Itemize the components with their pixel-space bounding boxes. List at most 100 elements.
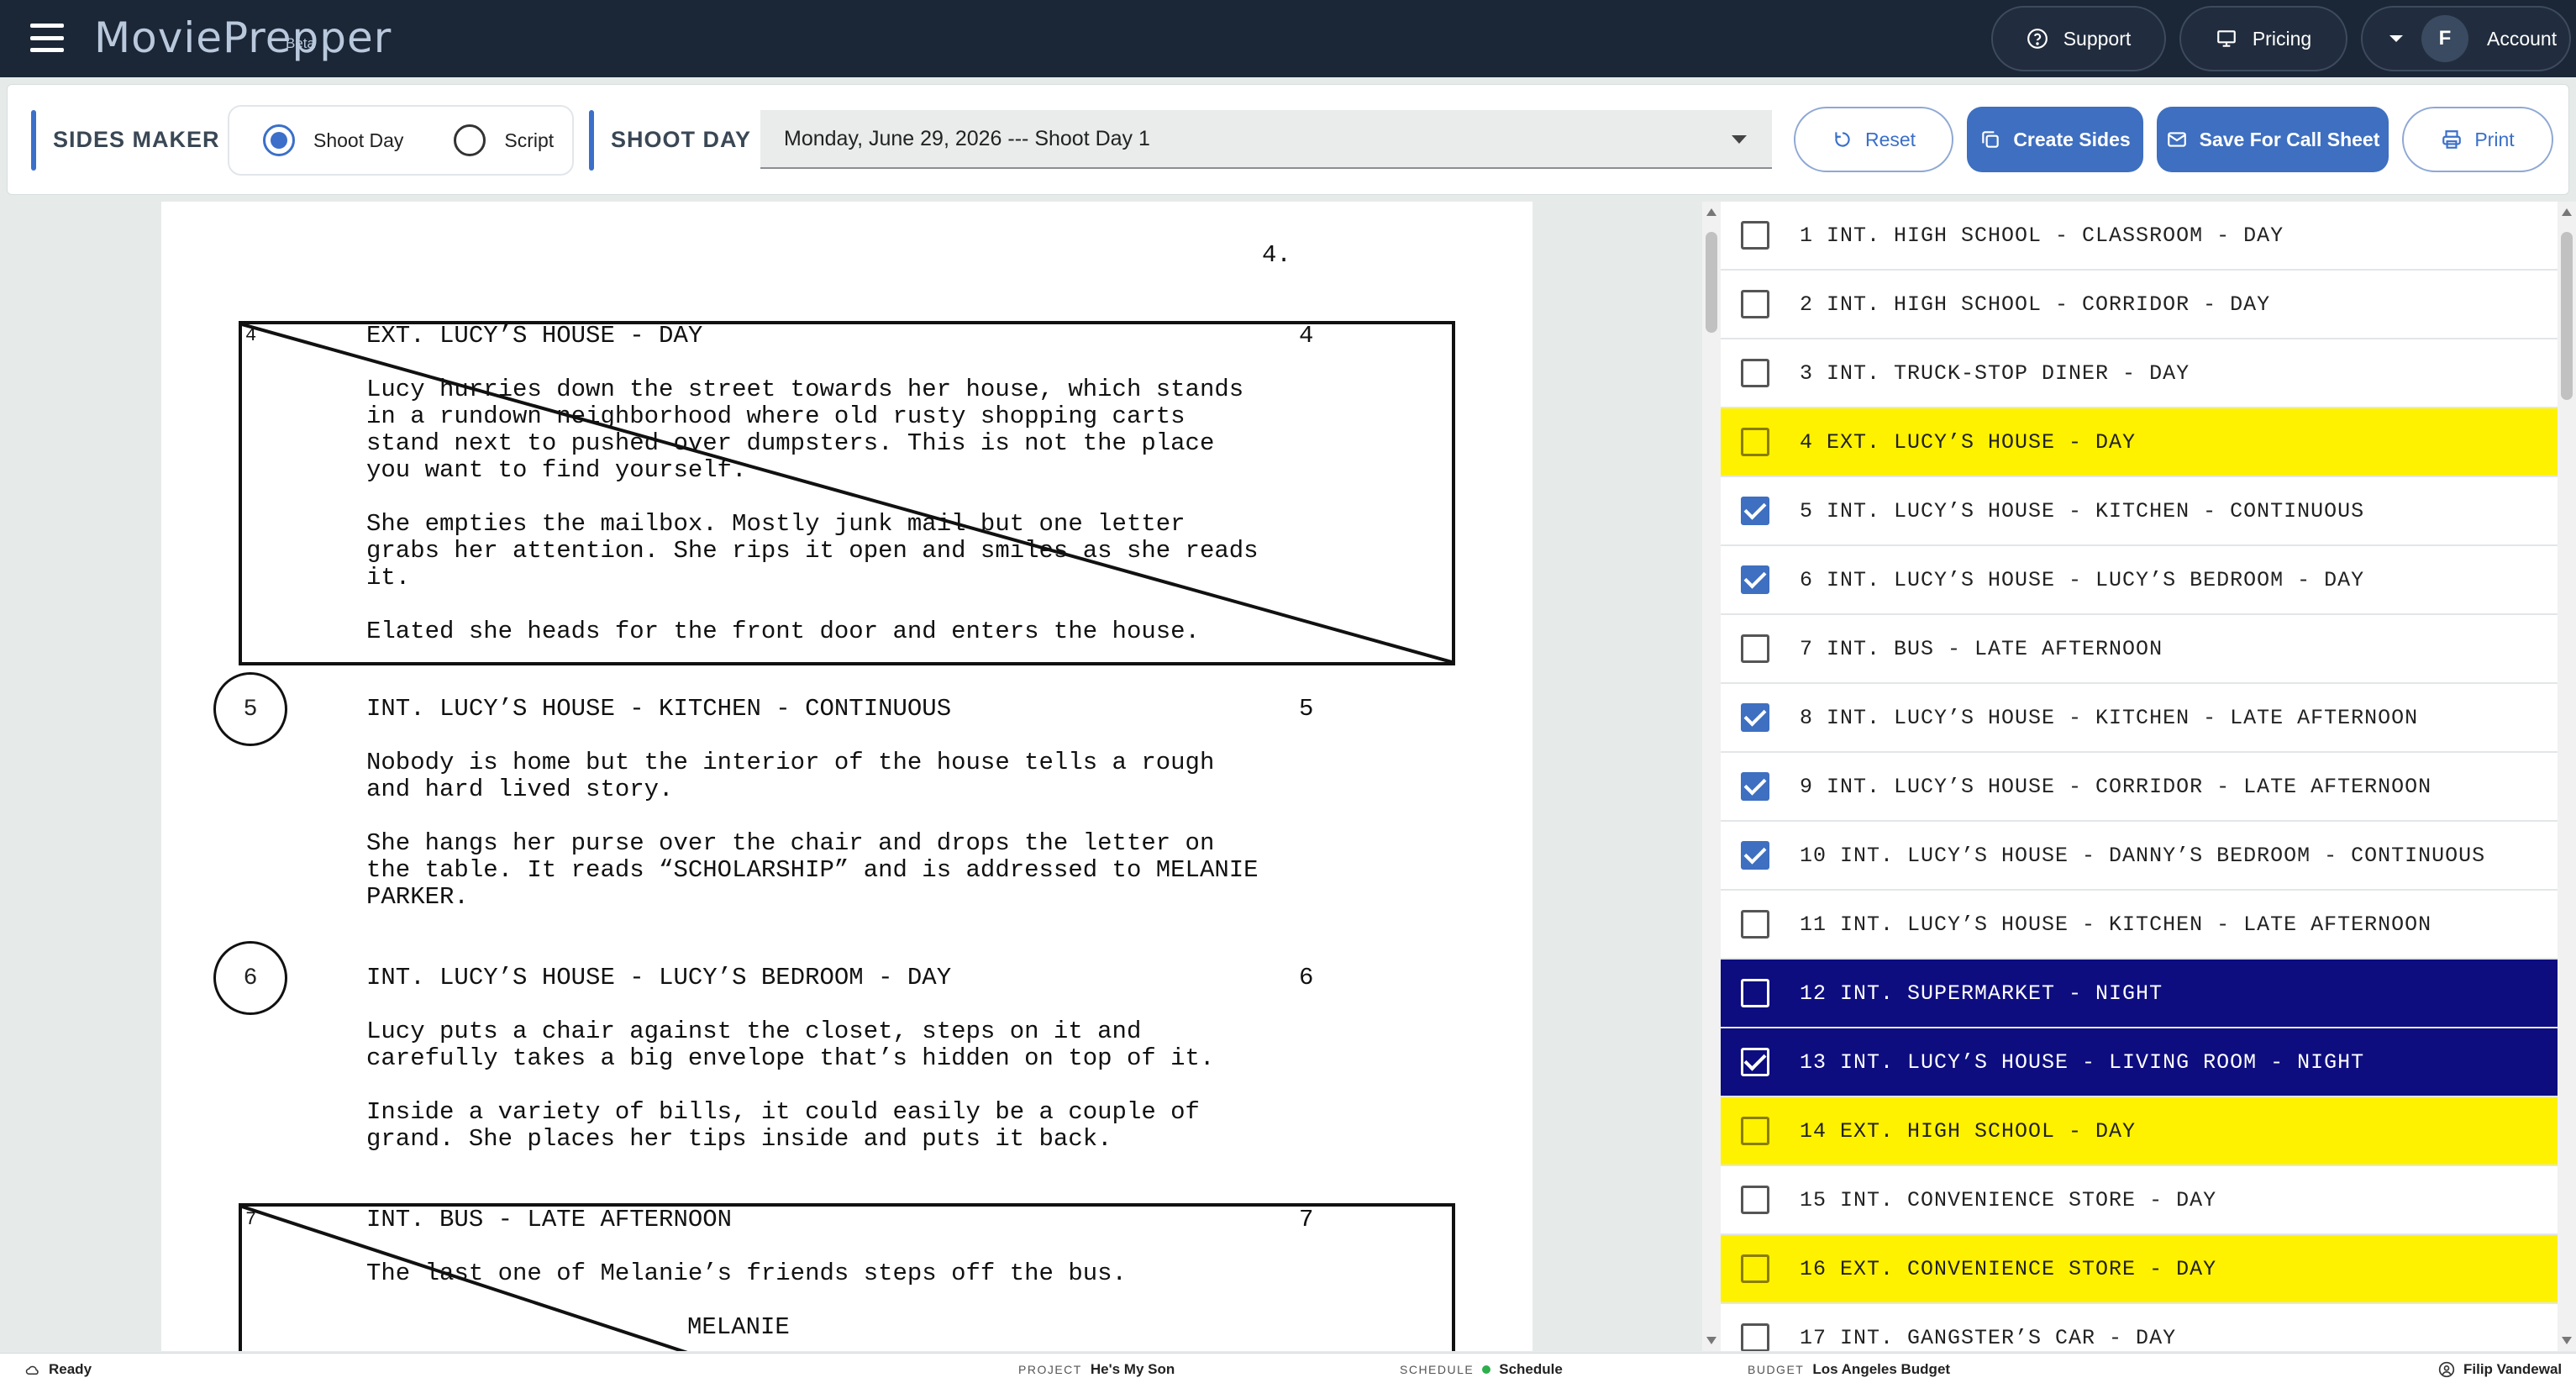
checkbox-icon[interactable]: [1741, 910, 1769, 939]
scroll-down-icon[interactable]: [1706, 1337, 1716, 1344]
support-button[interactable]: Support: [1991, 6, 2166, 71]
scene-list-item[interactable]: 3 INT. TRUCK-STOP DINER - DAY: [1721, 339, 2558, 408]
budget-value: Los Angeles Budget: [1812, 1361, 1951, 1377]
pricing-label: Pricing: [2252, 27, 2312, 50]
scene-list-label: 13 INT. LUCY’S HOUSE - LIVING ROOM - NIG…: [1800, 1049, 2365, 1075]
menu-icon[interactable]: [30, 24, 64, 52]
scene-list-label: 2 INT. HIGH SCHOOL - CORRIDOR - DAY: [1800, 292, 2271, 317]
status-dot-icon: [1482, 1365, 1491, 1374]
create-sides-button[interactable]: Create Sides: [1967, 107, 2143, 172]
scrollbar-right[interactable]: [2558, 202, 2576, 1351]
print-button[interactable]: Print: [2402, 107, 2553, 172]
scene-heading: INT. LUCY’S HOUSE - LUCY’S BEDROOM - DAY: [366, 964, 952, 991]
shoot-day-title: SHOOT DAY: [611, 127, 752, 152]
radio-selected-icon: [263, 124, 295, 156]
save-call-sheet-button[interactable]: Save For Call Sheet: [2157, 107, 2389, 172]
scene-list-item[interactable]: 4 EXT. LUCY’S HOUSE - DAY: [1721, 408, 2558, 477]
ready-label: Ready: [49, 1361, 92, 1377]
action-text: She hangs her purse over the chair and d…: [366, 829, 1259, 911]
scene-list-label: 10 INT. LUCY’S HOUSE - DANNY’S BEDROOM -…: [1800, 843, 2486, 868]
scene-list-item[interactable]: 16 EXT. CONVENIENCE STORE - DAY: [1721, 1235, 2558, 1304]
scene-list-label: 1 INT. HIGH SCHOOL - CLASSROOM - DAY: [1800, 223, 2284, 248]
account-label: Account: [2487, 27, 2558, 50]
scrollbar-thumb[interactable]: [1706, 232, 1717, 333]
scene-list-label: 17 INT. GANGSTER’S CAR - DAY: [1800, 1325, 2177, 1350]
scene-list-item[interactable]: 12 INT. SUPERMARKET - NIGHT: [1721, 960, 2558, 1028]
scroll-up-icon[interactable]: [1706, 208, 1716, 216]
scene-list-item[interactable]: 1 INT. HIGH SCHOOL - CLASSROOM - DAY: [1721, 202, 2558, 271]
action-text: Inside a variety of bills, it could easi…: [366, 1098, 1200, 1153]
app-logo[interactable]: MoviePrepper: [94, 8, 392, 67]
scene-list-panel[interactable]: 1 INT. HIGH SCHOOL - CLASSROOM - DAY 2 IN…: [1702, 202, 2576, 1351]
checkbox-icon[interactable]: [1741, 1117, 1769, 1145]
radio-unselected-icon: [454, 124, 486, 156]
checkbox-icon[interactable]: [1741, 979, 1769, 1007]
scene-list-label: 4 EXT. LUCY’S HOUSE - DAY: [1800, 429, 2137, 455]
scrollbar-thumb[interactable]: [2561, 232, 2573, 400]
radio-script-label: Script: [504, 129, 555, 151]
scene-list-item[interactable]: 15 INT. CONVENIENCE STORE - DAY: [1721, 1166, 2558, 1235]
pricing-button[interactable]: Pricing: [2179, 6, 2347, 71]
print-label: Print: [2474, 128, 2515, 150]
avatar: F: [2421, 15, 2468, 62]
struck-scene-box: [239, 321, 1455, 665]
schedule-value: Schedule: [1499, 1361, 1563, 1377]
checkbox-checked-icon[interactable]: [1741, 841, 1769, 870]
radio-shoot-day[interactable]: Shoot Day: [263, 124, 403, 156]
printer-icon: [2442, 130, 2462, 149]
scene-list-item[interactable]: 5 INT. LUCY’S HOUSE - KITCHEN - CONTINUO…: [1721, 477, 2558, 546]
scene-list-label: 15 INT. CONVENIENCE STORE - DAY: [1800, 1187, 2217, 1212]
scene-list-label: 7 INT. BUS - LATE AFTERNOON: [1800, 636, 2163, 661]
scene-number-circle: 6: [213, 941, 287, 1015]
scene-list-label: 9 INT. LUCY’S HOUSE - CORRIDOR - LATE AF…: [1800, 774, 2432, 799]
user-status[interactable]: Filip Vandewal: [2438, 1361, 2562, 1378]
section-accent-bar: [31, 110, 36, 171]
checkbox-checked-icon[interactable]: [1741, 703, 1769, 732]
logo-text: MoviePrepper: [94, 13, 392, 62]
scene-heading: INT. LUCY’S HOUSE - KITCHEN - CONTINUOUS: [366, 695, 952, 723]
scene-list-label: 6 INT. LUCY’S HOUSE - LUCY’S BEDROOM - D…: [1800, 567, 2365, 592]
scene-number-right: 4: [1299, 322, 1314, 350]
checkbox-checked-icon[interactable]: [1741, 565, 1769, 594]
cloud-icon: [25, 1365, 39, 1375]
scene-list-item[interactable]: 2 INT. HIGH SCHOOL - CORRIDOR - DAY: [1721, 271, 2558, 339]
shoot-day-select[interactable]: Monday, June 29, 2026 --- Shoot Day 1: [760, 110, 1772, 169]
scene-list-item[interactable]: 14 EXT. HIGH SCHOOL - DAY: [1721, 1097, 2558, 1166]
user-name: Filip Vandewal: [2463, 1361, 2563, 1377]
ready-status: Ready: [25, 1361, 92, 1378]
checkbox-checked-icon[interactable]: [1741, 1048, 1769, 1076]
checkbox-icon[interactable]: [1741, 634, 1769, 663]
checkbox-icon[interactable]: [1741, 1254, 1769, 1283]
checkbox-icon[interactable]: [1741, 1186, 1769, 1214]
budget-key: BUDGET: [1748, 1363, 1805, 1376]
scroll-down-icon[interactable]: [2562, 1337, 2572, 1344]
scene-list-item[interactable]: 10 INT. LUCY’S HOUSE - DANNY’S BEDROOM -…: [1721, 822, 2558, 891]
scene-list-item[interactable]: 9 INT. LUCY’S HOUSE - CORRIDOR - LATE AF…: [1721, 753, 2558, 822]
scene-list-item[interactable]: 13 INT. LUCY’S HOUSE - LIVING ROOM - NIG…: [1721, 1028, 2558, 1097]
scroll-up-icon[interactable]: [2562, 208, 2572, 216]
checkbox-icon[interactable]: [1741, 1323, 1769, 1351]
checkbox-checked-icon[interactable]: [1741, 772, 1769, 801]
checkbox-icon[interactable]: [1741, 290, 1769, 318]
status-bar: Ready PROJECT He's My Son SCHEDULE Sched…: [0, 1353, 2576, 1383]
checkbox-checked-icon[interactable]: [1741, 497, 1769, 525]
scene-list-item[interactable]: 17 INT. GANGSTER’S CAR - DAY: [1721, 1304, 2558, 1351]
scene-heading: EXT. LUCY’S HOUSE - DAY: [366, 322, 703, 350]
checkbox-icon[interactable]: [1741, 221, 1769, 250]
script-viewer[interactable]: 4. 4 EXT. LUCY’S HOUSE - DAY 4 Lucy hurr…: [0, 202, 1694, 1351]
page-number: 4.: [1262, 241, 1291, 269]
scene-list-item[interactable]: 7 INT. BUS - LATE AFTERNOON: [1721, 615, 2558, 684]
scene-list-label: 16 EXT. CONVENIENCE STORE - DAY: [1800, 1256, 2217, 1281]
reset-button[interactable]: Reset: [1794, 107, 1953, 172]
scene-list-label: 8 INT. LUCY’S HOUSE - KITCHEN - LATE AFT…: [1800, 705, 2419, 730]
checkbox-icon[interactable]: [1741, 359, 1769, 387]
scrollbar-left[interactable]: [1702, 202, 1721, 1351]
scene-list-item[interactable]: 11 INT. LUCY’S HOUSE - KITCHEN - LATE AF…: [1721, 891, 2558, 960]
checkbox-icon[interactable]: [1741, 428, 1769, 456]
account-button[interactable]: F Account: [2361, 6, 2571, 71]
scene-list-item[interactable]: 8 INT. LUCY’S HOUSE - KITCHEN - LATE AFT…: [1721, 684, 2558, 753]
scene-number-left: 4: [245, 325, 257, 346]
scene-list-item[interactable]: 6 INT. LUCY’S HOUSE - LUCY’S BEDROOM - D…: [1721, 546, 2558, 615]
radio-script[interactable]: Script: [454, 124, 554, 156]
action-text: Nobody is home but the interior of the h…: [366, 749, 1215, 803]
